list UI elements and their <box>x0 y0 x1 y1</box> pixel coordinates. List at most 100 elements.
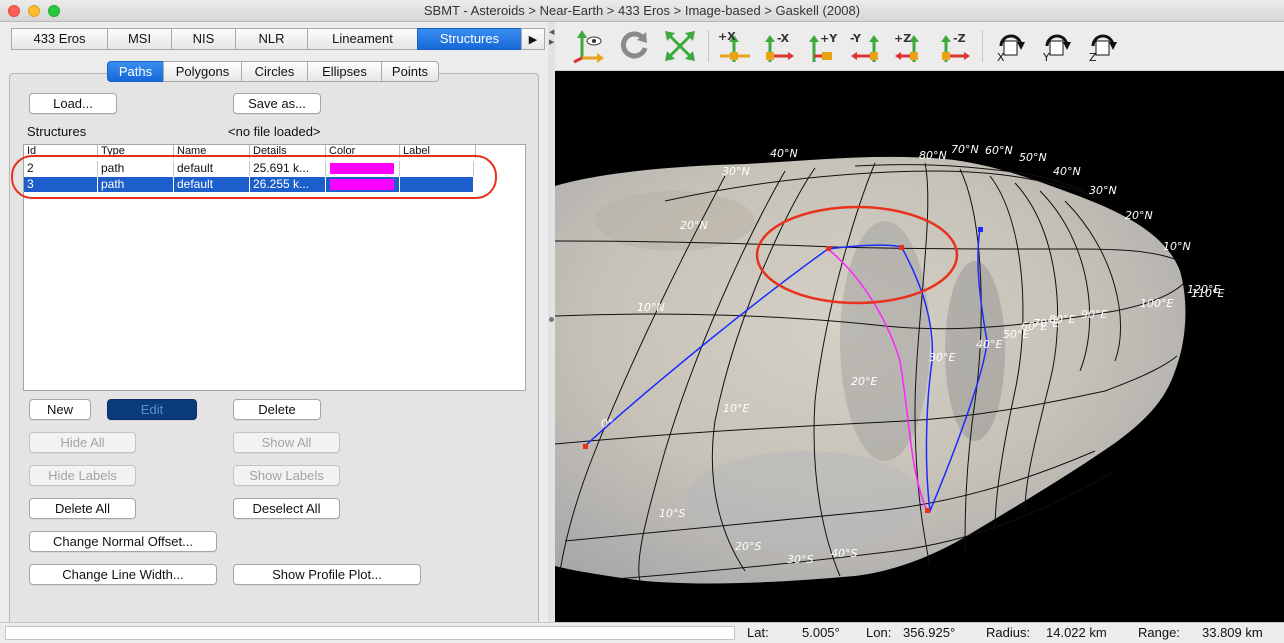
view-minus-x-icon: -X <box>765 32 794 62</box>
grid-label: 30°N <box>1089 184 1117 197</box>
change-line-width-button[interactable]: Change Line Width... <box>29 564 217 585</box>
file-status-label: <no file loaded> <box>228 124 321 139</box>
save-as-button[interactable]: Save as... <box>233 93 321 114</box>
view-plus-y-icon: +Y <box>809 32 838 62</box>
view-minus-z-button[interactable]: -Z <box>936 28 972 64</box>
path-control-point[interactable] <box>899 245 904 250</box>
asteroid-render[interactable]: 40°N 30°N 20°N 10°N 0° 10°S 20°S 30°S 40… <box>555 71 1284 622</box>
view-minus-y-icon: -Y <box>850 32 879 62</box>
grid-label: 120°E <box>1187 283 1220 296</box>
fit-view-icon <box>665 31 695 61</box>
divider-grip-icon <box>549 317 554 322</box>
grid-label: 10°N <box>1163 240 1191 253</box>
change-normal-offset-button[interactable]: Change Normal Offset... <box>29 531 217 552</box>
load-button[interactable]: Load... <box>29 93 117 114</box>
rotate-z-button[interactable]: Z <box>1085 28 1121 64</box>
minimize-window-button[interactable] <box>28 5 40 17</box>
structure-type-tabs: Paths Polygons Circles Ellipses Points <box>107 61 439 82</box>
edit-button[interactable]: Edit <box>107 399 197 420</box>
view-plus-y-button[interactable]: +Y <box>804 28 840 64</box>
delete-all-button[interactable]: Delete All <box>29 498 136 519</box>
grid-label: 10°N <box>637 301 665 314</box>
grid-label: 10°E <box>723 402 749 415</box>
tab-msi[interactable]: MSI <box>107 28 171 50</box>
view-orientation-icon <box>573 30 604 64</box>
close-window-button[interactable] <box>8 5 20 17</box>
grid-label: 40°N <box>1053 165 1081 178</box>
window-title: SBMT - Asteroids > Near-Earth > 433 Eros… <box>423 3 861 18</box>
3d-viewer: +X -X +Y -Y +Z -Z X Y Z 40°N 30°N 20°N 1… <box>555 22 1284 622</box>
collapse-left-icon[interactable]: ◀ <box>549 28 554 36</box>
tab-433-eros[interactable]: 433 Eros <box>11 28 107 50</box>
grid-label: 40°E <box>976 338 1002 351</box>
grid-label: 90°E <box>1081 308 1107 321</box>
view-minus-x-button[interactable]: -X <box>760 28 796 64</box>
view-plus-z-button[interactable]: +Z <box>892 28 928 64</box>
svg-text:X: X <box>997 51 1005 64</box>
tab-nlr[interactable]: NLR <box>235 28 307 50</box>
status-message-field <box>5 626 735 640</box>
hide-labels-button[interactable]: Hide Labels <box>29 465 136 486</box>
tab-polygons[interactable]: Polygons <box>163 61 241 82</box>
status-radius-label: Radius: <box>986 625 1031 640</box>
left-control-panel: 433 Eros MSI NIS NLR Lineament Structure… <box>0 22 548 629</box>
structures-label: Structures <box>27 124 87 139</box>
tab-circles[interactable]: Circles <box>241 61 307 82</box>
hide-all-button[interactable]: Hide All <box>29 432 136 453</box>
status-lat-value: 5.005° <box>802 625 840 640</box>
tab-nis[interactable]: NIS <box>171 28 235 50</box>
path-control-point[interactable] <box>925 508 930 513</box>
tab-ellipses[interactable]: Ellipses <box>307 61 381 82</box>
rotate-y-button[interactable]: Y <box>1039 28 1075 64</box>
show-labels-button[interactable]: Show Labels <box>233 465 340 486</box>
maximize-window-button[interactable] <box>48 5 60 17</box>
view-minus-z-icon: -Z <box>941 32 970 62</box>
grid-label: 40°N <box>770 147 798 160</box>
toolbar-separator <box>708 30 709 62</box>
grid-label: 10°S <box>659 507 685 520</box>
path-control-point[interactable] <box>583 444 588 449</box>
collapse-right-icon[interactable]: ▶ <box>549 38 554 46</box>
grid-label: 30°E <box>929 351 955 364</box>
rotate-x-icon: X <box>997 34 1025 64</box>
tab-scroll-right-button[interactable]: ▶ <box>521 28 545 50</box>
deselect-all-button[interactable]: Deselect All <box>233 498 340 519</box>
status-lon-label: Lon: <box>866 625 892 640</box>
svg-text:-X: -X <box>777 32 790 45</box>
delete-button[interactable]: Delete <box>233 399 321 420</box>
status-lat-label: Lat: <box>747 625 769 640</box>
view-orientation-button[interactable] <box>570 28 606 64</box>
top-tab-bar: 433 Eros MSI NIS NLR Lineament Structure… <box>11 28 545 50</box>
split-pane-divider[interactable]: ◀ ▶ <box>548 22 555 622</box>
view-plus-x-button[interactable]: +X <box>716 28 752 64</box>
grid-label: 60°N <box>985 144 1013 157</box>
reset-rotation-button[interactable] <box>616 28 652 64</box>
view-minus-y-button[interactable]: -Y <box>848 28 884 64</box>
svg-text:Y: Y <box>1042 51 1050 64</box>
fit-view-button[interactable] <box>662 28 698 64</box>
tab-paths[interactable]: Paths <box>107 61 163 82</box>
path-control-point[interactable] <box>978 227 983 232</box>
new-button[interactable]: New <box>29 399 91 420</box>
status-bar: Lat: 5.005° Lon: 356.925° Radius: 14.022… <box>0 622 1284 643</box>
render-canvas[interactable]: 40°N 30°N 20°N 10°N 0° 10°S 20°S 30°S 40… <box>555 71 1284 622</box>
svg-text:+Y: +Y <box>820 32 838 45</box>
grid-label: 20°N <box>680 219 708 232</box>
show-all-button[interactable]: Show All <box>233 432 340 453</box>
tab-points[interactable]: Points <box>381 61 439 82</box>
grid-label: 40°S <box>831 547 857 560</box>
rotate-y-icon: Y <box>1042 34 1071 64</box>
grid-label: 0° <box>601 417 614 430</box>
svg-text:+Z: +Z <box>894 32 911 45</box>
status-range-value: 33.809 km <box>1202 625 1263 640</box>
grid-label: 30°S <box>787 553 813 566</box>
triangle-right-icon: ▶ <box>528 34 538 46</box>
tab-structures[interactable]: Structures <box>417 28 521 50</box>
rotate-z-icon: Z <box>1089 34 1117 64</box>
path-control-point[interactable] <box>826 246 831 251</box>
status-lon-value: 356.925° <box>903 625 956 640</box>
svg-text:Z: Z <box>1089 51 1097 64</box>
rotate-x-button[interactable]: X <box>993 28 1029 64</box>
show-profile-plot-button[interactable]: Show Profile Plot... <box>233 564 421 585</box>
tab-lineament[interactable]: Lineament <box>307 28 417 50</box>
